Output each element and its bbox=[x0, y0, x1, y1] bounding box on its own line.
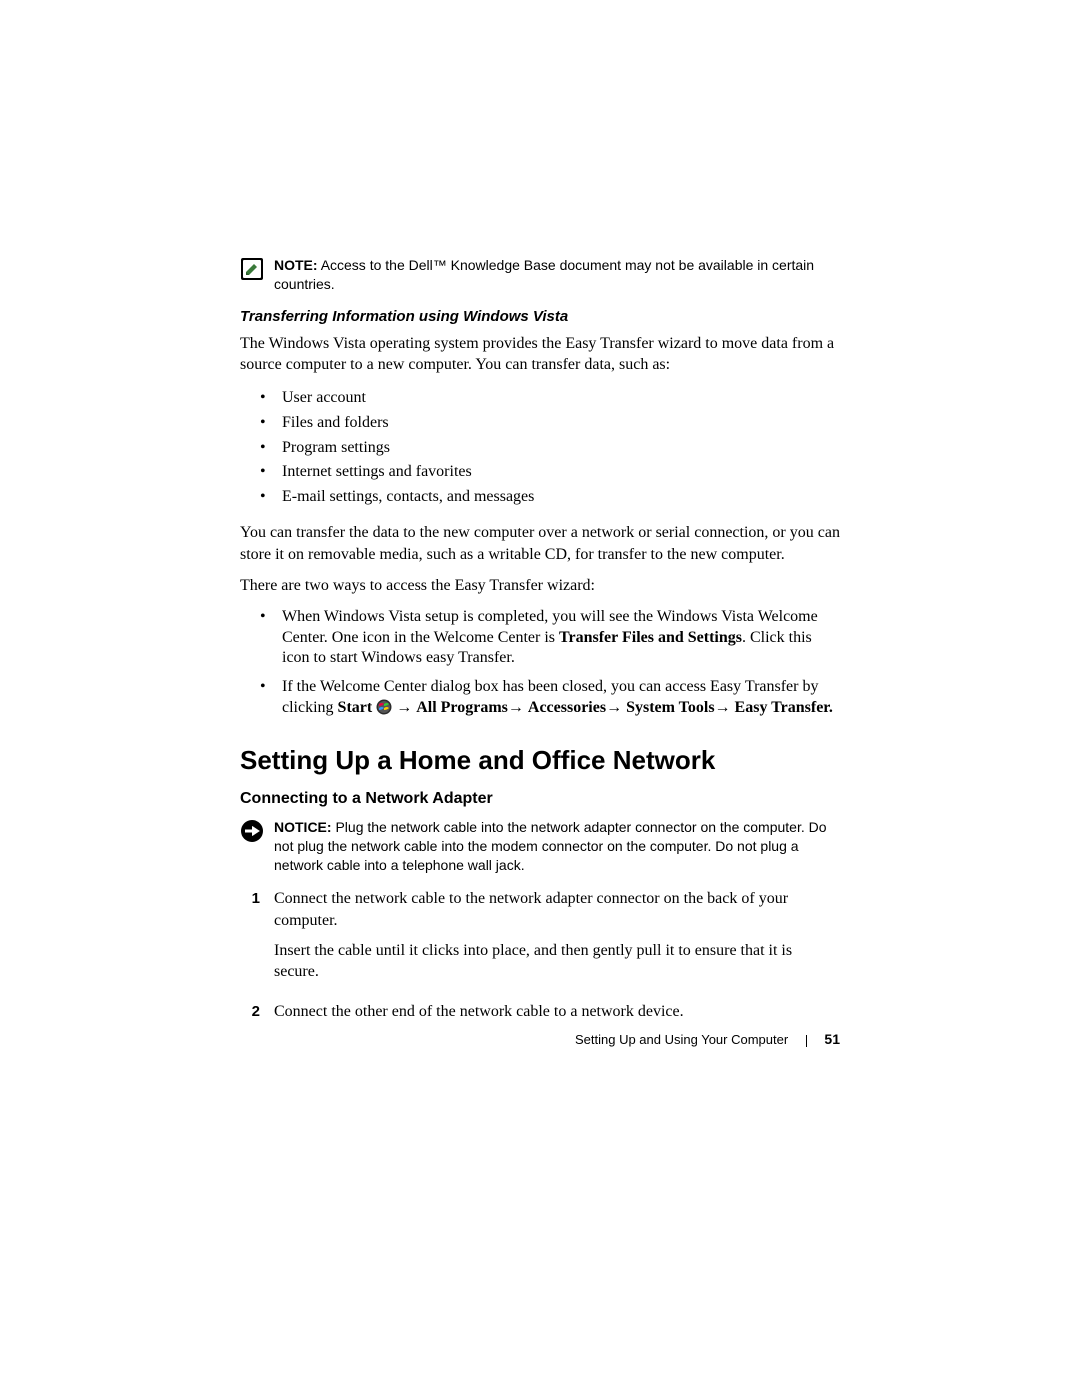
section-heading: Setting Up a Home and Office Network bbox=[240, 745, 840, 776]
note-text: NOTE: Access to the Dell™ Knowledge Base… bbox=[274, 256, 840, 294]
ways-list: When Windows Vista setup is completed, y… bbox=[240, 607, 840, 719]
notice-callout: NOTICE: Plug the network cable into the … bbox=[240, 818, 840, 875]
windows-start-orb-icon bbox=[376, 699, 392, 715]
emphasis: Transfer Files and Settings bbox=[559, 629, 742, 646]
arrow-icon: → bbox=[606, 699, 622, 716]
menu-path-item: Accessories bbox=[528, 699, 606, 716]
arrow-icon: → bbox=[396, 699, 412, 716]
paragraph: You can transfer the data to the new com… bbox=[240, 522, 840, 565]
sub-subheading: Transferring Information using Windows V… bbox=[240, 308, 840, 325]
page-number: 51 bbox=[824, 1031, 840, 1047]
list-item: E-mail settings, contacts, and messages bbox=[278, 485, 840, 510]
step-text: Connect the other end of the network cab… bbox=[274, 1001, 684, 1023]
notice-label: NOTICE: bbox=[274, 819, 332, 835]
notice-arrow-icon bbox=[240, 819, 264, 843]
list-item: Program settings bbox=[278, 436, 840, 461]
intro-paragraph: The Windows Vista operating system provi… bbox=[240, 333, 840, 376]
numbered-steps: 1 Connect the network cable to the netwo… bbox=[240, 888, 840, 1030]
step-item: 2 Connect the other end of the network c… bbox=[240, 1001, 840, 1031]
note-body: Access to the Dell™ Knowledge Base docum… bbox=[274, 257, 814, 292]
step-body: Connect the network cable to the network… bbox=[274, 888, 840, 990]
list-item: Internet settings and favorites bbox=[278, 460, 840, 485]
note-callout: NOTE: Access to the Dell™ Knowledge Base… bbox=[240, 256, 840, 294]
transfer-items-list: User account Files and folders Program s… bbox=[240, 386, 840, 510]
footer-title: Setting Up and Using Your Computer bbox=[575, 1032, 788, 1047]
page-footer: Setting Up and Using Your Computer 51 bbox=[575, 1031, 840, 1047]
step-number: 2 bbox=[240, 1001, 260, 1031]
list-item: If the Welcome Center dialog box has bee… bbox=[278, 677, 840, 719]
step-text: Connect the network cable to the network… bbox=[274, 888, 840, 931]
arrow-icon: → bbox=[715, 699, 731, 716]
notice-body: Plug the network cable into the network … bbox=[274, 819, 827, 873]
menu-path-item: System Tools bbox=[626, 699, 714, 716]
step-item: 1 Connect the network cable to the netwo… bbox=[240, 888, 840, 990]
list-item: Files and folders bbox=[278, 411, 840, 436]
subsection-heading: Connecting to a Network Adapter bbox=[240, 790, 840, 808]
step-text: Insert the cable until it clicks into pl… bbox=[274, 940, 840, 983]
manual-page: NOTE: Access to the Dell™ Knowledge Base… bbox=[0, 0, 1080, 1030]
menu-path-item: Easy Transfer. bbox=[735, 699, 833, 716]
list-item: User account bbox=[278, 386, 840, 411]
list-item: When Windows Vista setup is completed, y… bbox=[278, 607, 840, 669]
note-label: NOTE: bbox=[274, 257, 318, 273]
arrow-icon: → bbox=[508, 699, 524, 716]
step-body: Connect the other end of the network cab… bbox=[274, 1001, 684, 1031]
menu-path-item: All Programs bbox=[416, 699, 508, 716]
footer-separator bbox=[806, 1035, 807, 1047]
step-number: 1 bbox=[240, 888, 260, 990]
pencil-icon bbox=[240, 257, 264, 281]
paragraph: There are two ways to access the Easy Tr… bbox=[240, 575, 840, 597]
notice-text: NOTICE: Plug the network cable into the … bbox=[274, 818, 840, 875]
start-label: Start bbox=[338, 699, 373, 716]
